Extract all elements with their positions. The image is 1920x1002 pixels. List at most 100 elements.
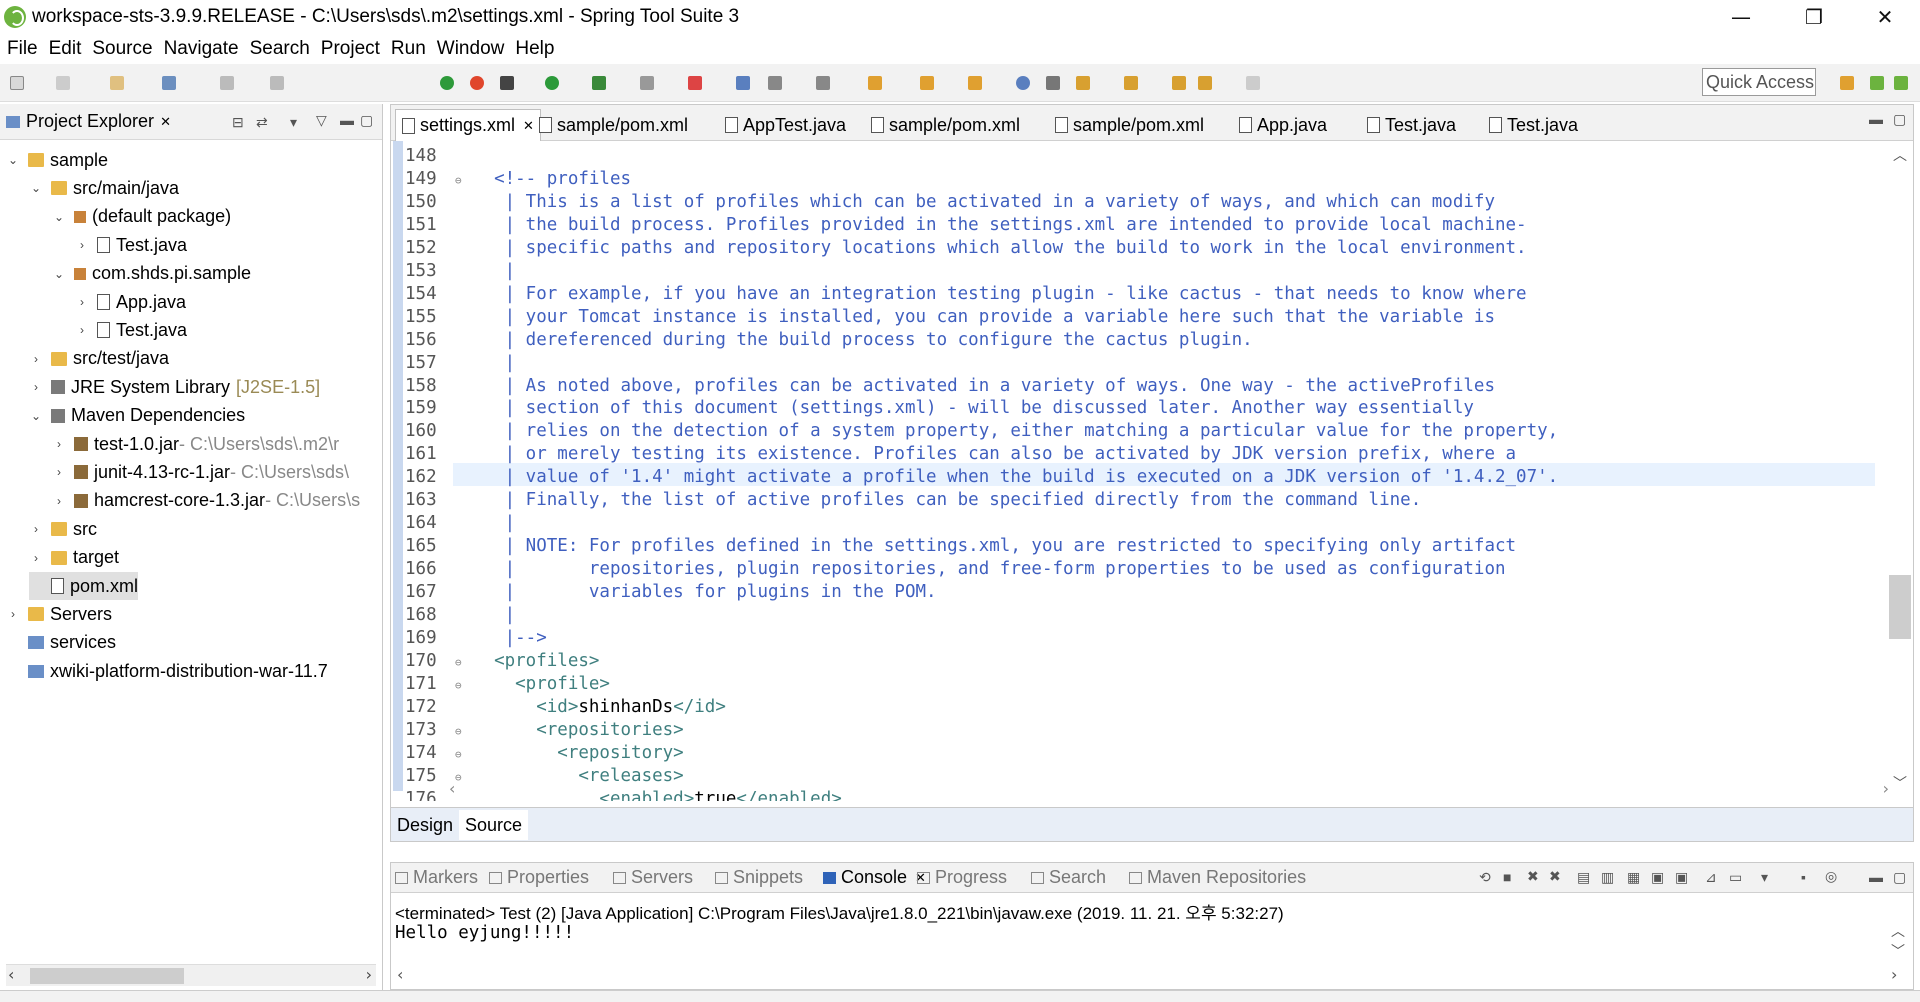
run-icon[interactable] [545,76,559,90]
scroll-right-icon[interactable]: › [366,965,372,984]
code-line[interactable]: 171 ⊖ <profile> [405,673,610,696]
close-icon[interactable]: ✕ [160,114,171,130]
forward-icon[interactable] [1246,76,1260,90]
tree-item[interactable]: xwiki-platform-distribution-war-11.7 [6,657,328,685]
scroll-left-icon[interactable]: ‹ [449,779,455,798]
save-icon[interactable] [56,76,70,90]
coverage-icon[interactable] [592,76,606,90]
spring-icon[interactable]: ◎ [1825,868,1837,885]
scroll-left-icon[interactable]: ‹ [397,965,403,984]
editor-tab[interactable]: settings.xml ✕ [395,109,541,141]
collapsed-chevron-icon[interactable]: › [75,238,89,252]
tree-item[interactable]: pom.xml [29,572,139,600]
menu-source[interactable]: Source [92,38,152,60]
external-tools-icon[interactable] [688,76,702,90]
code-line[interactable]: 163 | Finally, the list of active profil… [405,489,1421,512]
collapsed-chevron-icon[interactable]: › [75,295,89,309]
tree-item[interactable]: › hamcrest-core-1.3.jar - C:\Users\s [52,487,360,515]
open-task-icon[interactable] [968,76,982,90]
minimize-view-icon[interactable]: ▬ [340,112,354,128]
expanded-chevron-icon[interactable]: ⌄ [52,267,66,281]
collapsed-chevron-icon[interactable]: › [29,380,43,394]
launch-icon[interactable] [920,76,934,90]
expanded-chevron-icon[interactable]: ⌄ [52,210,66,224]
scroll-down-icon[interactable]: ﹀ [1891,941,1905,961]
scrollbar-thumb[interactable] [1889,575,1911,639]
tree-item[interactable]: › JRE System Library [J2SE-1.5] [29,373,320,401]
new-icon[interactable] [10,76,24,90]
maximize-console-icon[interactable]: ▢ [1893,869,1906,886]
collapsed-chevron-icon[interactable]: › [6,607,20,621]
tree-item[interactable]: › test-1.0.jar - C:\Users\sds\.m2\r [52,430,339,458]
project-explorer-title[interactable]: Project Explorer [26,111,154,132]
restore-button[interactable]: ❐ [1785,0,1843,34]
scroll-right-icon[interactable]: › [1891,965,1897,984]
code-line[interactable]: 149 ⊖ <!-- profiles [405,168,631,191]
tree-item[interactable]: ⌄ sample [6,146,108,174]
tree-item[interactable]: ⌄ com.shds.pi.sample [52,260,251,288]
code-line[interactable]: 169 |--> [405,627,547,650]
collapsed-chevron-icon[interactable]: › [29,551,43,565]
resume-icon[interactable] [220,76,234,90]
globe-icon[interactable] [1016,76,1030,90]
tab-maven-repositories[interactable]: Maven Repositories [1129,867,1306,888]
code-line[interactable]: 173 ⊖ <repositories> [405,719,684,742]
tree-item[interactable]: › Servers [6,600,112,628]
word-wrap-icon[interactable]: ▦ [1627,869,1640,886]
tab-markers[interactable]: Markers [395,867,478,888]
console-icon[interactable] [162,76,176,90]
scroll-lock-icon[interactable]: ▥ [1601,869,1614,886]
editor-tab[interactable]: Test.java [1367,109,1456,141]
vertical-scrollbar[interactable]: ︿ ﹀ [1887,141,1913,801]
tree-item[interactable]: › target [29,544,119,572]
tab-snippets[interactable]: Snippets [715,867,803,888]
display-console-icon[interactable]: ▭ [1729,869,1742,886]
code-line[interactable]: 168 | [405,604,515,627]
spring-perspective-icon[interactable] [1870,76,1884,90]
back-icon[interactable] [1198,76,1212,90]
code-line[interactable]: 170 ⊖ <profiles> [405,650,599,673]
refresh-icon[interactable] [470,76,484,90]
view-menu-icon[interactable]: ▽ [316,112,327,129]
menu-help[interactable]: Help [515,38,554,60]
collapsed-chevron-icon[interactable]: › [52,437,66,451]
scroll-right-icon[interactable]: › [1883,779,1889,798]
tab-servers[interactable]: Servers [613,867,693,888]
code-line[interactable]: 174 ⊖ <repository> [405,742,684,765]
menu-window[interactable]: Window [437,38,505,60]
scroll-up-icon[interactable]: ︿ [1891,921,1905,941]
collapsed-chevron-icon[interactable]: › [52,494,66,508]
code-line[interactable]: 161 | or merely testing its existence. P… [405,443,1516,466]
fold-toggle-icon[interactable]: ⊖ [455,720,473,743]
search-file-icon[interactable] [1046,76,1060,90]
console-output[interactable]: Hello eyjung!!!!! [395,923,574,943]
editor-tab[interactable]: sample/pom.xml [1055,109,1204,141]
code-line[interactable]: 159 | section of this document (settings… [405,397,1474,420]
code-line[interactable]: 155 | your Tomcat instance is installed,… [405,306,1495,329]
last-edit-icon[interactable] [1172,76,1186,90]
tree-item[interactable]: › src [29,515,97,543]
horizontal-scrollbar[interactable]: ‹ › [449,779,1889,801]
tree-item[interactable]: › src/test/java [29,345,169,373]
tree-item[interactable]: ⌄ (default package) [52,203,231,231]
remove-launch-icon[interactable]: ⟲ [1479,869,1491,886]
remove-all-icon[interactable]: ✖ [1549,868,1561,885]
code-line[interactable]: 164 | [405,512,515,535]
code-line[interactable]: 162 | value of '1.4' might activate a pr… [405,466,1558,489]
quick-access-input[interactable]: Quick Access [1702,68,1816,96]
filter-icon[interactable]: ▾ [290,114,297,131]
show-stderr-icon[interactable]: ▣ [1675,869,1688,886]
collapsed-chevron-icon[interactable]: › [75,323,89,337]
minimize-editor-icon[interactable]: ▬ [1869,111,1883,127]
close-tab-icon[interactable]: ✕ [523,118,534,134]
scroll-left-icon[interactable]: ‹ [8,965,14,984]
collapse-all-icon[interactable]: ⊟ [232,114,244,131]
editor-tab[interactable]: Test.java [1489,109,1578,141]
open-type-icon[interactable] [110,76,124,90]
tab-properties[interactable]: Properties [489,867,589,888]
tree-item[interactable]: ⌄ src/main/java [29,174,179,202]
code-line[interactable]: 167 | variables for plugins in the POM. [405,581,937,604]
minimize-button[interactable]: — [1712,0,1770,34]
collapsed-chevron-icon[interactable]: › [52,465,66,479]
tree-item[interactable]: services [6,629,116,657]
